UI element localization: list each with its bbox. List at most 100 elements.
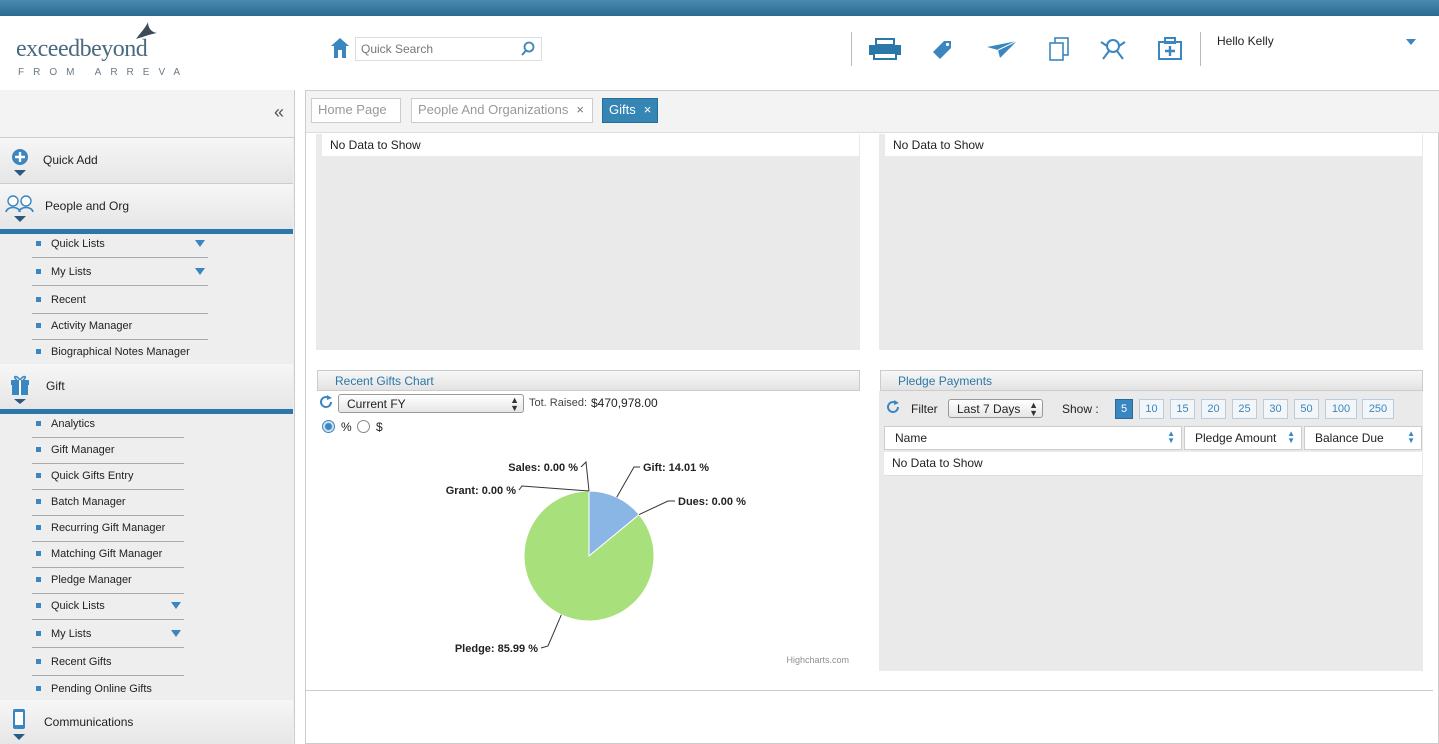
sort-icon: ▲ ▼ [1287, 429, 1295, 445]
refresh-icon[interactable] [886, 400, 900, 414]
page-size-5[interactable]: 5 [1115, 399, 1133, 419]
pie-slices [523, 490, 655, 622]
page-size-10[interactable]: 10 [1139, 399, 1164, 419]
bullet [36, 323, 41, 328]
top-right-panel [879, 134, 1423, 350]
sidebar-item-recent-gifts[interactable]: Recent Gifts [32, 650, 184, 676]
mobile-phone-icon [13, 709, 25, 740]
sidebar-item-label: Gift Manager [51, 444, 115, 456]
chevron-down-icon[interactable] [171, 602, 181, 609]
event-button[interactable] [1096, 34, 1130, 64]
bullet [36, 551, 41, 556]
close-tab-icon[interactable]: × [644, 102, 652, 117]
tab-label: People And Organizations [418, 102, 569, 117]
sidebar-section-label: Gift [46, 379, 65, 393]
select-arrows-icon: ▲ ▼ [510, 395, 519, 413]
sidebar-item-pledge-manager[interactable]: Pledge Manager [32, 568, 184, 594]
sidebar-item-quick-lists[interactable]: Quick Lists [32, 232, 208, 258]
bullet [36, 499, 41, 504]
column-header-name[interactable]: Name ▲ ▼ [884, 426, 1182, 450]
sort-icon: ▲ ▼ [1407, 429, 1415, 445]
page-size-25[interactable]: 25 [1232, 399, 1257, 419]
bullet [36, 686, 41, 691]
chevron-down-icon[interactable] [171, 630, 181, 637]
sidebar-item-matching-gift-manager[interactable]: Matching Gift Manager [32, 542, 184, 568]
app-header: exceedbeyond FROM ARREVA Hello Kelly [0, 16, 1439, 88]
dollar-radio[interactable] [357, 420, 370, 433]
period-select[interactable]: Current FY ▲ ▼ [338, 394, 524, 413]
toolbar-divider [851, 32, 852, 66]
search-icon[interactable] [520, 41, 536, 57]
pie-connector-gift [616, 466, 640, 498]
page-size-50[interactable]: 50 [1294, 399, 1319, 419]
tab-gifts[interactable]: Gifts × [602, 98, 658, 123]
sidebar-item-biographical-notes-manager[interactable]: Biographical Notes Manager [32, 340, 208, 366]
column-header-balance-due[interactable]: Balance Due ▲ ▼ [1304, 426, 1422, 450]
chart-credit[interactable]: Highcharts.com [786, 655, 849, 665]
sidebar-item-analytics[interactable]: Analytics [32, 412, 184, 438]
sidebar-item-gift-my-lists[interactable]: My Lists [32, 622, 184, 648]
sidebar-item-label: Batch Manager [51, 496, 126, 508]
top-right-empty-message: No Data to Show [885, 134, 1422, 156]
column-header-pledge-amount[interactable]: Pledge Amount ▲ ▼ [1184, 426, 1302, 450]
copy-button[interactable] [1042, 34, 1076, 64]
pie-label-dues: Dues: 0.00 % [678, 496, 746, 508]
sidebar-item-activity-manager[interactable]: Activity Manager [32, 314, 208, 340]
sidebar-item-recurring-gift-manager[interactable]: Recurring Gift Manager [32, 516, 184, 542]
quick-search-input[interactable] [356, 38, 516, 60]
collapse-sidebar-button[interactable]: « [274, 102, 284, 123]
brand-logo[interactable]: exceedbeyond [16, 36, 148, 63]
refresh-icon[interactable] [319, 395, 333, 409]
total-raised-label: Tot. Raised: [529, 397, 588, 409]
sidebar-section-people-and-org[interactable]: People and Org [0, 184, 293, 234]
page-size-250[interactable]: 250 [1362, 399, 1394, 419]
quick-search [355, 37, 542, 61]
pie-connector-grant [518, 485, 590, 492]
sidebar-item-gift-manager[interactable]: Gift Manager [32, 438, 184, 464]
home-icon[interactable] [330, 37, 350, 59]
page-size-20[interactable]: 20 [1201, 399, 1226, 419]
sidebar-item-gift-quick-lists[interactable]: Quick Lists [32, 594, 184, 620]
percent-radio-label: % [341, 420, 352, 434]
period-select-value: Current FY [347, 397, 406, 411]
tab-people-and-organizations[interactable]: People And Organizations × [411, 98, 593, 123]
top-left-panel [316, 134, 860, 350]
bullet [36, 447, 41, 452]
pie-connector-pledge [540, 614, 562, 649]
chevron-down-icon[interactable] [195, 268, 205, 275]
footer-divider [306, 690, 1433, 691]
sidebar-section-gift[interactable]: Gift [0, 364, 293, 414]
sidebar-item-label: Pending Online Gifts [51, 683, 152, 695]
send-button[interactable] [985, 34, 1019, 64]
sidebar-item-label: Pledge Manager [51, 574, 132, 586]
sidebar-section-communications[interactable]: Communications [0, 700, 293, 744]
sidebar-item-batch-manager[interactable]: Batch Manager [32, 490, 184, 516]
pledge-filter-value: Last 7 Days [957, 402, 1021, 416]
print-icon [869, 38, 901, 60]
print-button[interactable] [868, 34, 902, 64]
page-size-30[interactable]: 30 [1263, 399, 1288, 419]
tag-button[interactable] [926, 34, 960, 64]
pie-connector-sales [580, 460, 590, 492]
column-header-label: Balance Due [1315, 431, 1384, 445]
sidebar-item-quick-gifts-entry[interactable]: Quick Gifts Entry [32, 464, 184, 490]
tab-home-page[interactable]: Home Page [311, 98, 401, 123]
top-left-empty-message: No Data to Show [322, 134, 859, 156]
percent-radio[interactable] [322, 420, 335, 433]
bird-logo-icon [136, 22, 157, 39]
sidebar-section-quick-add[interactable]: Quick Add [0, 138, 293, 184]
gift-icon [11, 375, 29, 404]
page-size-100[interactable]: 100 [1325, 399, 1357, 419]
close-tab-icon[interactable]: × [576, 102, 584, 117]
pledge-filter-select[interactable]: Last 7 Days ▲ ▼ [948, 399, 1043, 418]
add-record-button[interactable] [1153, 34, 1187, 64]
user-menu-chevron-down-icon[interactable] [1405, 38, 1417, 46]
page-size-15[interactable]: 15 [1170, 399, 1195, 419]
pledge-payments-header: Pledge Payments [880, 370, 1423, 391]
sidebar-item-recent[interactable]: Recent [32, 288, 208, 314]
sidebar-item-my-lists[interactable]: My Lists [32, 260, 208, 286]
chevron-down-icon[interactable] [195, 240, 205, 247]
pie-connector-dues [638, 500, 675, 516]
column-header-label: Name [895, 431, 928, 445]
tab-label: Gifts [609, 102, 636, 117]
